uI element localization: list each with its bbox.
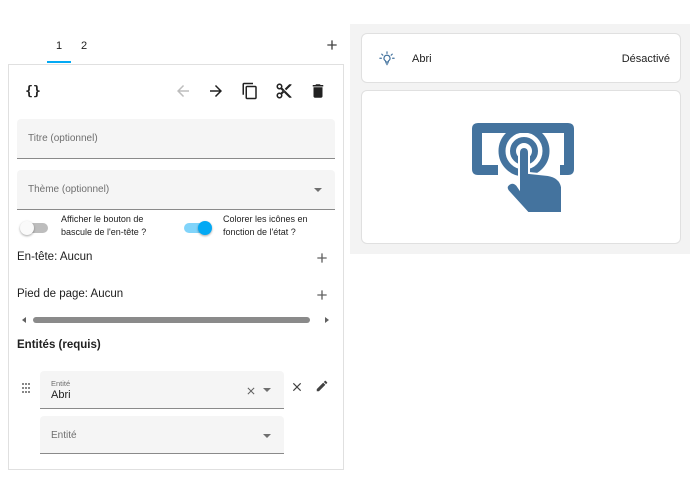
scroll-left-arrow-icon[interactable] (22, 317, 26, 323)
edit-entity-button[interactable] (315, 379, 329, 393)
drag-dots-icon (22, 383, 30, 393)
move-left-button[interactable] (173, 81, 193, 101)
color-icons-label: Colorer les icônes en fonction de l'état… (223, 214, 308, 237)
chevron-down-icon (263, 434, 271, 438)
add-header-button[interactable] (314, 250, 330, 266)
title-input[interactable]: Titre (optionnel) (17, 119, 335, 159)
card-editor: {} Titre (optionnel) Thème (optionnel) A… (8, 64, 344, 470)
chevron-down-icon[interactable] (263, 388, 271, 392)
delete-button[interactable] (308, 81, 328, 101)
clear-entity-button[interactable] (245, 384, 257, 396)
active-tab-indicator (47, 61, 71, 63)
add-footer-button[interactable] (314, 287, 330, 303)
arrow-right-icon (210, 85, 222, 97)
entity-field-value: Abri (51, 389, 71, 401)
switch-knob (20, 221, 34, 235)
code-editor-button[interactable]: {} (23, 81, 43, 101)
arrow-left-icon (177, 85, 189, 97)
header-row-label: En-tête: Aucun (17, 251, 93, 263)
scroll-right-arrow-icon[interactable] (325, 317, 329, 323)
tab-1[interactable]: 1 (56, 40, 62, 52)
theme-select[interactable]: Thème (optionnel) (17, 170, 335, 210)
chevron-down-icon (314, 188, 322, 192)
plus-icon (317, 290, 327, 300)
plus-icon (327, 40, 337, 50)
lightbulb-icon (378, 50, 396, 68)
code-braces-icon: {} (25, 83, 41, 99)
copy-icon (242, 82, 257, 100)
button-card[interactable] (361, 90, 681, 244)
entity-row-card[interactable]: Abri Désactivé (361, 33, 681, 83)
footer-row-label: Pied de page: Aucun (17, 288, 124, 300)
color-icons-switch[interactable] (182, 221, 212, 235)
switch-knob (198, 221, 212, 235)
new-entity-select[interactable]: Entité (40, 416, 284, 454)
new-entity-placeholder: Entité (51, 430, 77, 441)
tab-2[interactable]: 2 (81, 40, 87, 52)
copy-button[interactable] (240, 81, 260, 101)
theme-placeholder: Thème (optionnel) (28, 184, 110, 195)
show-header-toggle-switch[interactable] (20, 221, 50, 235)
entities-title: Entités (requis) (17, 339, 101, 351)
close-icon (292, 382, 302, 392)
drag-handle[interactable] (21, 381, 31, 393)
plus-icon (317, 253, 327, 263)
title-placeholder: Titre (optionnel) (28, 133, 98, 144)
close-icon (247, 387, 255, 395)
entity-field-label: Entité (51, 379, 71, 388)
touch-app-icon (468, 113, 578, 223)
entity-state: Désactivé (621, 53, 670, 65)
show-header-toggle-label: Afficher le bouton de bascule de l'en-tê… (61, 214, 147, 237)
scissors-icon (276, 83, 292, 99)
move-right-button[interactable] (206, 81, 226, 101)
trash-icon (312, 84, 324, 98)
card-preview: Abri Désactivé (350, 24, 690, 254)
horizontal-scrollbar[interactable] (33, 317, 310, 323)
entity-name: Abri (412, 53, 432, 65)
remove-entity-button[interactable] (290, 380, 304, 394)
add-card-button[interactable] (324, 37, 340, 53)
pencil-icon (316, 380, 328, 392)
cut-button[interactable] (274, 81, 294, 101)
entity-select[interactable]: Entité Abri (40, 371, 284, 409)
